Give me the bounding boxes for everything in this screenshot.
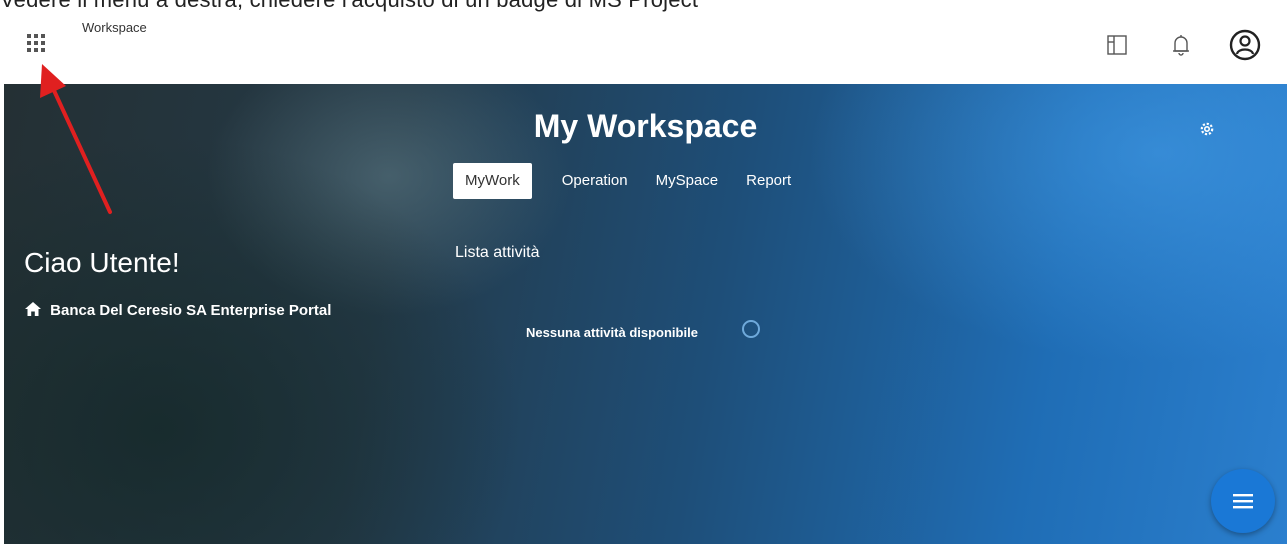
app-title: Workspace xyxy=(82,20,147,35)
page-title: My Workspace xyxy=(533,108,758,144)
top-cut-instruction: Vedere il menu a destra, chiedere l'acqu… xyxy=(0,0,1287,14)
user-avatar-icon xyxy=(1229,29,1261,61)
notifications-button[interactable] xyxy=(1164,28,1198,62)
workspace-tabs: MyWork Operation MySpace Report xyxy=(453,163,807,199)
instruction-text: Vedere il menu a destra, chiedere l'acqu… xyxy=(0,0,698,13)
tab-myspace[interactable]: MySpace xyxy=(644,163,731,199)
empty-tasks-message: Nessuna attività disponibile xyxy=(526,325,698,340)
floating-menu-button[interactable] xyxy=(1211,469,1275,533)
tab-operation[interactable]: Operation xyxy=(550,163,640,199)
panel-layout-icon xyxy=(1107,35,1127,55)
gear-icon xyxy=(1200,122,1214,136)
hamburger-menu-icon xyxy=(1233,494,1253,509)
panel-toggle-button[interactable] xyxy=(1100,28,1134,62)
home-icon xyxy=(25,302,41,316)
company-name: Banca Del Ceresio SA Enterprise Portal xyxy=(50,302,332,319)
apps-grid-icon xyxy=(27,34,45,52)
company-portal-line: Banca Del Ceresio SA Enterprise Portal xyxy=(24,292,344,330)
loading-spinner-icon xyxy=(742,320,760,338)
user-profile-button[interactable] xyxy=(1228,28,1262,62)
tab-mywork[interactable]: MyWork xyxy=(453,163,532,199)
bell-icon xyxy=(1173,35,1189,56)
settings-button[interactable] xyxy=(1198,120,1216,138)
task-list-title: Lista attività xyxy=(455,244,540,261)
workspace-hero: My Workspace MyWork Operation MySpace Re… xyxy=(4,84,1287,544)
app-header: Workspace xyxy=(0,14,1287,84)
greeting-text: Ciao Utente! xyxy=(24,247,180,278)
apps-menu-button[interactable] xyxy=(24,30,50,56)
tab-report[interactable]: Report xyxy=(734,163,803,199)
